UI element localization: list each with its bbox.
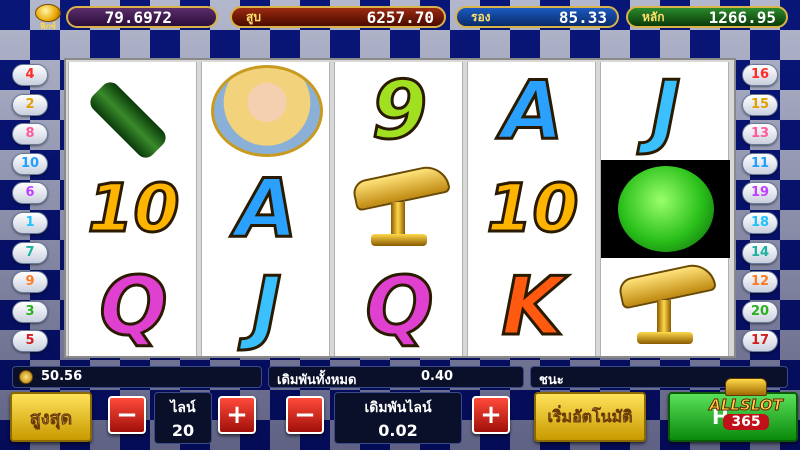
reel-symbol (601, 258, 730, 356)
trophy-car-icon (345, 162, 455, 254)
autoplay-button[interactable]: เริ่มอัตโนมัติ (534, 392, 646, 442)
reel: 10 Q (68, 62, 197, 356)
line-bet-minus-button[interactable]: − (286, 396, 324, 434)
total-bet-bar: เดิมพันทั้งหมด 0.40 (268, 366, 524, 388)
max-bet-button[interactable]: สูงสุด (10, 392, 92, 442)
reel: J (600, 62, 730, 356)
lines-minus-button[interactable]: − (108, 396, 146, 434)
win-label: ชนะ (539, 373, 564, 388)
line-badge[interactable]: 2 (12, 93, 48, 116)
line-badge[interactable]: 7 (12, 241, 48, 264)
main-display: หลัก 1266.95 (626, 6, 788, 28)
treasure-chest-icon (725, 378, 767, 396)
reel: AJ (201, 62, 330, 356)
line-badge[interactable]: 1 (12, 211, 48, 234)
reel-symbol: 10 (468, 160, 597, 258)
line-badge[interactable]: 19 (742, 182, 778, 205)
logo-word: ALLSLOT (709, 396, 784, 415)
lines-label: ไลน์ (170, 400, 196, 416)
brand-label: ฟิกซ์ (40, 22, 56, 31)
credit-display: รอง 85.33 (455, 6, 619, 28)
reel-symbol: 10 (69, 160, 198, 258)
line-bet-plus-button[interactable]: + (472, 396, 510, 434)
trophy-car-icon (611, 260, 721, 352)
win-amount-bar: 50.56 (12, 366, 262, 388)
reel-symbol (335, 160, 464, 258)
line-badge[interactable]: 15 (742, 93, 778, 116)
line-badge[interactable]: 8 (12, 123, 48, 146)
reel: 9Q (334, 62, 463, 356)
lines-value: 20 (171, 421, 195, 440)
reel-symbol: Q (335, 258, 464, 356)
reel-symbol: 9 (335, 62, 464, 160)
symbol-k: K (500, 260, 565, 353)
portrait-icon (210, 65, 323, 157)
reel-symbol: J (601, 62, 730, 160)
balance-value: 79.6972 (104, 7, 172, 27)
champagne-icon (79, 68, 189, 162)
symbol-9: 9 (370, 64, 429, 157)
lines-stepper: ไลน์ 20 (154, 392, 212, 444)
total-label: สูบ (246, 9, 261, 24)
reel-window: 10 Q A J 9 Q A 10 K J (64, 58, 736, 358)
line-badge[interactable]: 12 (742, 271, 778, 294)
line-badges-right: 16 15 13 11 19 18 14 12 20 17 (742, 64, 786, 360)
line-bet-value: 0.02 (378, 421, 418, 440)
total-value: 6257.70 (366, 7, 434, 27)
line-badge[interactable]: 17 (742, 330, 778, 353)
reel-symbol: A (468, 62, 597, 160)
line-badges-left: 4 2 8 10 6 1 7 9 3 5 (12, 64, 56, 360)
green-ball-icon (617, 166, 714, 252)
line-badge[interactable]: 18 (742, 211, 778, 234)
line-badge[interactable]: 5 (12, 330, 48, 353)
line-bet-stepper: เดิมพันไลน์ 0.02 (334, 392, 462, 444)
line-badge[interactable]: 3 (12, 300, 48, 323)
line-badge[interactable]: 14 (742, 241, 778, 264)
lines-plus-button[interactable]: + (218, 396, 256, 434)
reel-symbol (69, 62, 198, 162)
symbol-j: J (649, 64, 682, 157)
credit-value: 85.33 (558, 7, 607, 27)
symbol-q: Q (364, 260, 435, 353)
symbol-q: Q (98, 260, 169, 353)
reel-symbol: J (202, 258, 331, 356)
symbol-10: 10 (86, 170, 181, 247)
line-badge[interactable]: 16 (742, 64, 778, 86)
balance-display: 79.6972 (66, 6, 218, 28)
reel-symbol: A (202, 160, 331, 258)
reel-symbol: Q (69, 258, 198, 356)
total-bet-label: เดิมพันทั้งหมด (277, 373, 357, 388)
line-badge[interactable]: 6 (12, 182, 48, 205)
coin-icon (19, 370, 33, 384)
main-value: 1266.95 (708, 7, 776, 27)
reel-symbol (601, 160, 730, 258)
symbol-a: A (500, 64, 565, 157)
line-badge[interactable]: 20 (742, 300, 778, 323)
line-badge[interactable]: 11 (742, 152, 778, 175)
brand-badge: ฟิกซ์ (28, 4, 68, 32)
line-badge[interactable]: 13 (742, 123, 778, 146)
main-label: หลัก (642, 9, 665, 24)
crown-icon (35, 4, 61, 22)
line-badge[interactable]: 9 (12, 271, 48, 294)
line-badge[interactable]: 4 (12, 64, 48, 86)
total-bet-value: 0.40 (421, 369, 454, 384)
credit-label: รอง (471, 9, 491, 24)
win-amount-value: 50.56 (41, 369, 83, 384)
top-bar: ฟิกซ์ 79.6972 สูบ 6257.70 รอง 85.33 หลัก… (0, 0, 800, 34)
reel-symbol: K (468, 258, 597, 356)
line-bet-label: เดิมพันไลน์ (364, 400, 432, 416)
symbol-a: A (234, 162, 299, 255)
line-badge[interactable]: 10 (12, 152, 48, 175)
reel: A 10 K (467, 62, 596, 356)
reel-symbol (202, 62, 331, 160)
symbol-j: J (250, 260, 283, 353)
logo-number: 365 (723, 414, 769, 430)
symbol-10: 10 (485, 170, 580, 247)
total-display: สูบ 6257.70 (230, 6, 446, 28)
allslot-logo: ALLSLOT 365 (700, 378, 792, 448)
